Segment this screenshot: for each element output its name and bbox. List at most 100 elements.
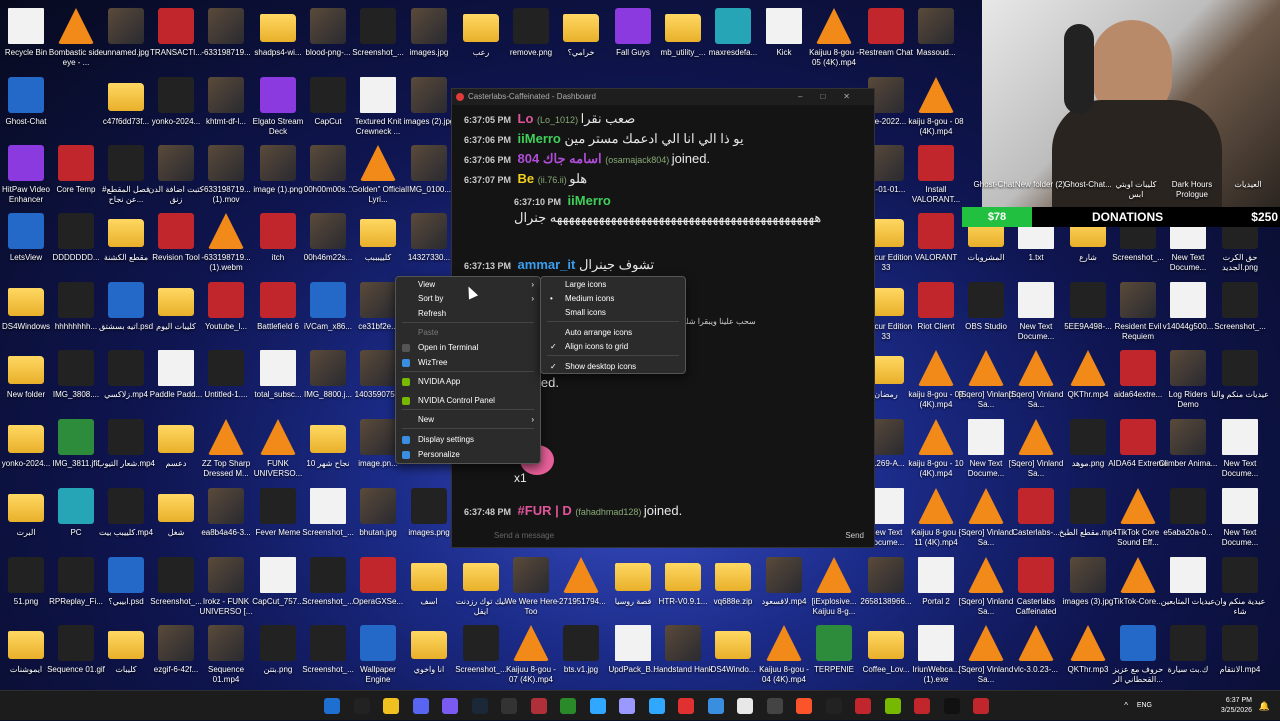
desktop-icon[interactable]: Handstand Hank (653, 625, 713, 693)
taskbar-epic-icon[interactable] (501, 698, 517, 714)
desktop-icon[interactable]: 00h00m00s... (302, 145, 354, 213)
desktop-icon[interactable]: 00h46m22s... (302, 213, 354, 281)
desktop-icon[interactable]: iVCam_x86... (302, 282, 354, 350)
desktop-icon[interactable]: Screenshot_... (302, 557, 354, 625)
desktop-icon[interactable]: blood-png-... (302, 8, 354, 76)
desktop-icon[interactable]: Fall Guys (607, 8, 659, 76)
desktop-icon[interactable]: [Sqero] Vinland Sa... (959, 350, 1013, 418)
desktop-icon[interactable]: 2658138966... (860, 557, 912, 625)
desktop-icon[interactable]: VALORANT (910, 213, 962, 281)
desktop-icon[interactable]: kaiju 8-gou - 09 (4K).mp4 (908, 350, 964, 418)
desktop-icon[interactable]: رعب (455, 8, 507, 76)
desktop-icon[interactable]: QKThr.mp3 (1062, 625, 1114, 693)
desktop-icon[interactable]: khtmt-df-l... (200, 77, 252, 145)
desktop-icon[interactable]: Resident Evil Requiem (1112, 282, 1164, 350)
desktop-icon[interactable]: Casterlabs Caffeinated (1010, 557, 1062, 625)
desktop-icon[interactable]: -633198719... (1).webm (200, 213, 252, 281)
desktop-icon[interactable]: New Text Docume... (960, 419, 1012, 487)
submenu-item-large-icons[interactable]: Large icons (541, 278, 685, 292)
desktop-icon[interactable]: Coffee_Lov... (860, 625, 912, 693)
desktop-icon[interactable]: [Sqero] Vinland Sa... (959, 488, 1013, 556)
taskbar-steam-icon[interactable] (471, 698, 488, 714)
desktop-icon[interactable]: yonko-2024... (150, 77, 202, 145)
submenu-item-auto-arrange-icons[interactable]: Auto arrange icons (541, 326, 685, 340)
desktop-icon[interactable]: Screenshot_... (352, 8, 404, 76)
desktop-icon[interactable]: bts.v1.jpg (555, 625, 607, 693)
desktop-icon[interactable]: [iExplosive... Kaijuu 8-g... (808, 557, 860, 625)
menu-item-nvidia-app[interactable]: NVIDIA App (396, 375, 540, 389)
desktop-icon[interactable]: TRANSACTI... (150, 8, 202, 76)
desktop-icon[interactable]: البرت (0, 488, 52, 556)
desktop-icon[interactable]: Riot Client (910, 282, 962, 350)
desktop-icon[interactable]: LetsView (0, 213, 52, 281)
desktop-icon[interactable]: Massoud... (910, 8, 962, 76)
desktop-icon[interactable]: [Sqero] Vinland Sa... (1009, 350, 1063, 418)
desktop-icon[interactable]: images (2).jpg (403, 77, 455, 145)
desktop-icon[interactable]: DS4Windo... (707, 625, 759, 693)
desktop-icon[interactable]: Paddle Padd... (150, 350, 202, 418)
desktop-icon[interactable]: زلاكسي.mp4 (100, 350, 152, 418)
desktop-icon[interactable]: RPReplay_Fi... (49, 557, 103, 625)
submenu-item-align-icons-to-grid[interactable]: ✓ Align icons to grid (541, 340, 685, 354)
desktop-icon[interactable]: image (1).png (252, 145, 304, 213)
desktop-icon[interactable]: كلييبببب (352, 213, 404, 281)
desktop-icon[interactable]: انا واخوي (403, 625, 455, 693)
desktop-icon[interactable]: ea8b4a46-3... (200, 488, 252, 556)
desktop-icon[interactable]: Bombastic side eye - ... (49, 8, 103, 76)
taskbar-casterlabs-icon[interactable] (914, 698, 930, 714)
taskbar-casterlabs-icon[interactable] (973, 698, 989, 714)
desktop-icon[interactable]: Screenshot_... (302, 625, 354, 693)
desktop-icon[interactable]: DDDDDDD... (50, 213, 102, 281)
desktop-icon[interactable]: New Text Docume... (1214, 488, 1266, 556)
send-button[interactable]: Send (845, 527, 864, 545)
desktop-icon[interactable]: mb_utility_... (657, 8, 709, 76)
desktop-icon[interactable]: AIDA64 Extreme (1108, 419, 1168, 487)
menu-item-new[interactable]: New › (396, 413, 540, 427)
desktop-icon[interactable]: Screenshot_... (455, 625, 507, 693)
desktop-icon[interactable]: Kick (758, 8, 810, 76)
desktop-icon[interactable]: New Text Docume... (1214, 419, 1266, 487)
desktop-icon[interactable]: Youtube_l... (200, 282, 252, 350)
submenu-item-medium-icons[interactable]: • Medium icons (541, 292, 685, 306)
desktop-icon[interactable]: bhutan.jpg (352, 488, 404, 556)
desktop-icon[interactable]: Textured Knit Crewneck ... (352, 77, 404, 145)
tray-time[interactable]: 6:37 PM (1192, 697, 1252, 704)
desktop-icon[interactable]: كتبت اضافة الدن زنق (148, 145, 204, 213)
desktop-icon[interactable]: Elgato Stream Deck (252, 77, 304, 145)
taskbar-obs-icon[interactable] (766, 698, 783, 714)
desktop-icon[interactable]: 51.png (0, 557, 52, 625)
desktop-icon[interactable]: #فصل المقطع عن نجاح... (100, 145, 152, 213)
desktop-icon[interactable]: كليبات (100, 625, 152, 693)
desktop-icon[interactable]: QKThr.mp4 (1062, 350, 1114, 418)
desktop-icon[interactable]: شعار التيوب.mp4 (97, 419, 155, 487)
taskbar-ps-icon[interactable] (648, 698, 665, 714)
desktop-icon[interactable]: vlc-3.0.23-... (1010, 625, 1062, 693)
desktop-icon[interactable]: remove.png (505, 8, 557, 76)
desktop-icon[interactable]: maxresdefa... (707, 8, 759, 76)
taskbar-game-icon[interactable] (530, 698, 547, 714)
desktop-icon[interactable]: كلييبب بيت.mp4 (99, 488, 153, 556)
taskbar-capcut-icon[interactable] (825, 698, 842, 714)
desktop-icon[interactable]: IMG_3808.... (50, 350, 102, 418)
desktop-icon[interactable]: Revision Tool (150, 213, 202, 281)
desktop-icon[interactable]: 5EE9A498-... (1062, 282, 1114, 350)
taskbar-start-icon[interactable] (324, 698, 340, 714)
desktop-icon[interactable]: itch (252, 213, 304, 281)
desktop-icon[interactable]: [Sqero] Vinland Sa... (1009, 419, 1063, 487)
desktop-icon[interactable]: "Golden" Official Lyri... (349, 145, 407, 213)
notification-bell-icon[interactable]: 🔔 (1259, 701, 1270, 712)
desktop-icon[interactable]: Kaijuu 8-gou - 11 (4K).mp4 (910, 488, 962, 556)
desktop-icon[interactable]: دعسم (150, 419, 202, 487)
desktop-icon[interactable]: CapCut (302, 77, 354, 145)
desktop-icon[interactable]: Sequence 01.gif (47, 625, 105, 693)
desktop-icon[interactable]: عيدية منكم وان شاء (1214, 557, 1266, 625)
desktop-icon[interactable]: -633198719... (200, 8, 252, 76)
desktop-icon[interactable]: بتتن.png (252, 625, 304, 693)
desktop-icon[interactable]: Core Temp (50, 145, 102, 213)
desktop-icon[interactable]: v14044g500... (1162, 282, 1214, 350)
desktop-icon[interactable]: DS4Windows (0, 282, 52, 350)
menu-item-open-in-terminal[interactable]: Open in Terminal (396, 341, 540, 355)
desktop-icon[interactable]: ايموشنات (0, 625, 52, 693)
window-controls[interactable]: –□✕ (798, 89, 868, 105)
desktop-icon[interactable]: total_subsc... (252, 350, 304, 418)
